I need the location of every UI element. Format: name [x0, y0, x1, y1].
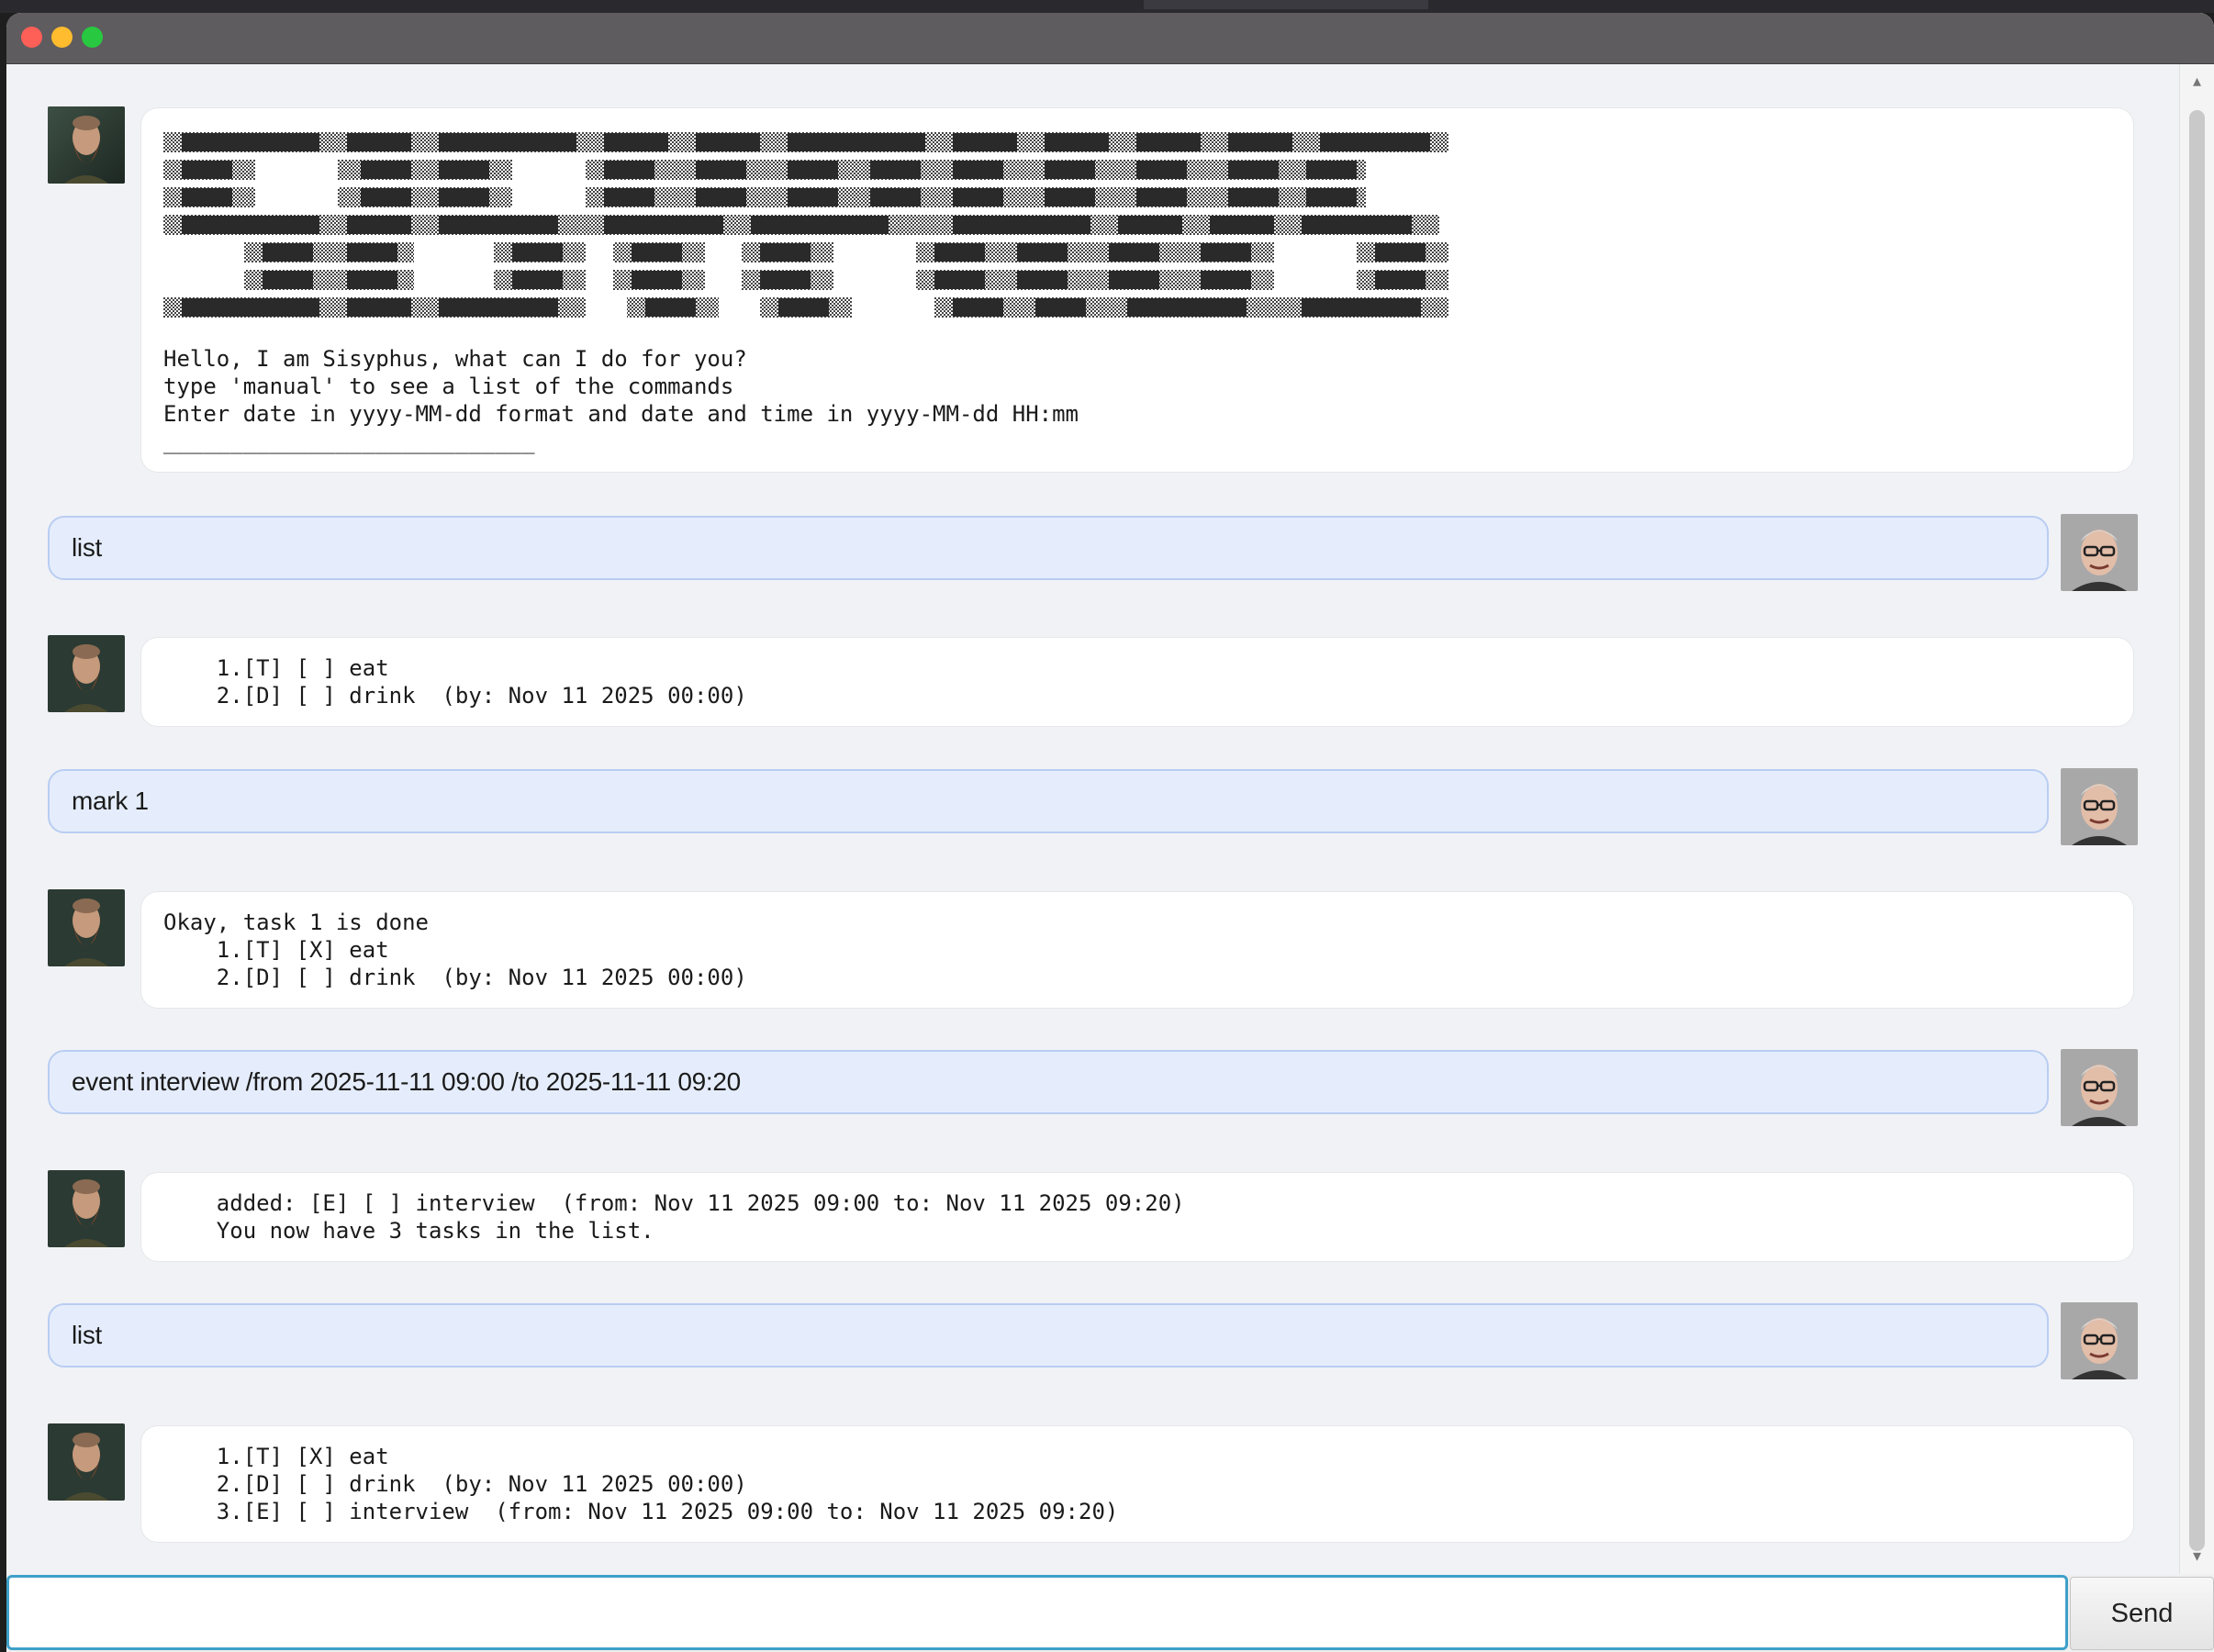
title-bar[interactable] [6, 13, 2214, 64]
bot-message-bubble: 1.[T] [ ] eat 2.[D] [ ] drink (by: Nov 1… [141, 638, 2133, 726]
send-button-label: Send [2110, 1598, 2174, 1628]
user-message-bubble: event interview /from 2025-11-11 09:00 /… [48, 1050, 2049, 1114]
dialog-container[interactable]: Hello, I am Sisyphus, what can I do for … [6, 64, 2178, 1574]
ascii-banner-logo [163, 132, 1448, 318]
scroll-down-icon[interactable]: ▾ [2180, 1543, 2214, 1570]
bot-message-text: Okay, task 1 is done 1.[T] [X] eat 2.[D]… [163, 910, 747, 990]
bot-avatar-icon [48, 1423, 125, 1501]
bot-message-text: 1.[T] [ ] eat 2.[D] [ ] drink (by: Nov 1… [163, 655, 747, 709]
close-window-button[interactable] [21, 27, 42, 48]
minimize-window-button[interactable] [51, 27, 73, 48]
bot-avatar-icon [48, 889, 125, 966]
user-message-text: list [72, 1321, 103, 1349]
bot-message-bubble: Hello, I am Sisyphus, what can I do for … [141, 108, 2133, 472]
send-button[interactable]: Send [2070, 1577, 2214, 1650]
user-message-text: list [72, 533, 103, 562]
bot-message-text: added: [E] [ ] interview (from: Nov 11 2… [163, 1190, 1185, 1244]
user-avatar-icon [2061, 768, 2138, 845]
user-avatar-icon [2061, 514, 2138, 591]
bot-avatar-icon [48, 1170, 125, 1247]
bot-message-text: 1.[T] [X] eat 2.[D] [ ] drink (by: Nov 1… [163, 1444, 1119, 1524]
user-message-bubble: list [48, 516, 2049, 580]
user-avatar-icon [2061, 1302, 2138, 1379]
vertical-scrollbar[interactable]: ▴ ▾ [2179, 64, 2214, 1574]
bot-message-bubble: 1.[T] [X] eat 2.[D] [ ] drink (by: Nov 1… [141, 1426, 2133, 1542]
bot-avatar-icon [48, 635, 125, 712]
input-bar: Send [6, 1575, 2214, 1652]
scroll-thumb[interactable] [2189, 110, 2205, 1551]
maximize-window-button[interactable] [82, 27, 103, 48]
user-message-bubble: mark 1 [48, 769, 2049, 833]
background-tab [1144, 0, 1428, 9]
bot-message-bubble: Okay, task 1 is done 1.[T] [X] eat 2.[D]… [141, 892, 2133, 1008]
bot-message-bubble: added: [E] [ ] interview (from: Nov 11 2… [141, 1173, 2133, 1261]
user-message-bubble: list [48, 1303, 2049, 1367]
bot-message-text: Hello, I am Sisyphus, what can I do for … [163, 346, 1079, 454]
bot-avatar-icon [48, 106, 125, 184]
scroll-up-icon[interactable]: ▴ [2180, 68, 2214, 95]
app-window: Hello, I am Sisyphus, what can I do for … [6, 13, 2214, 1652]
message-input[interactable] [6, 1575, 2068, 1650]
desktop-background [0, 0, 2214, 13]
user-message-text: mark 1 [72, 787, 149, 815]
user-avatar-icon [2061, 1049, 2138, 1126]
user-message-text: event interview /from 2025-11-11 09:00 /… [72, 1067, 741, 1096]
